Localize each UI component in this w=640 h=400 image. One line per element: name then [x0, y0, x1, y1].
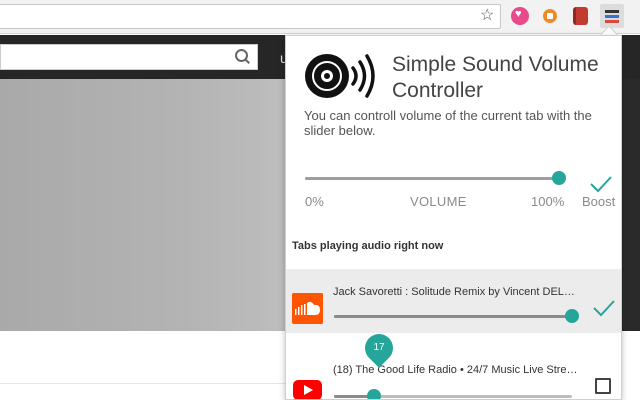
master-volume-slider[interactable]: [305, 171, 566, 185]
tab-volume-fill: [334, 315, 572, 318]
speaker-logo-icon: [305, 54, 375, 98]
tab-volume-slider[interactable]: [334, 389, 572, 399]
sound-controller-extension-icon[interactable]: [600, 4, 624, 28]
audio-tab-row: Jack Savoretti : Solitude Remix by Vince…: [286, 269, 621, 333]
star-icon[interactable]: ☆: [480, 6, 494, 26]
address-bar[interactable]: [0, 4, 501, 29]
heart-extension-icon[interactable]: [511, 7, 529, 25]
boost-label[interactable]: Boost: [582, 194, 615, 209]
tab-volume-slider[interactable]: [334, 309, 579, 323]
video-player[interactable]: [0, 79, 286, 331]
master-volume-fill: [305, 177, 559, 180]
section-title: Tabs playing audio right now: [292, 240, 444, 252]
sound-controller-popup: Simple Sound Volume Controller You can c…: [285, 35, 622, 400]
page-dark-strip: [622, 79, 640, 331]
tab-title[interactable]: Jack Savoretti : Solitude Remix by Vince…: [333, 286, 578, 298]
red-book-extension-icon[interactable]: [573, 7, 588, 25]
page-divider: [0, 383, 286, 384]
search-icon[interactable]: [235, 49, 251, 65]
orange-extension-icon[interactable]: [541, 7, 559, 25]
volume-label: VOLUME: [410, 194, 467, 209]
boost-check-icon[interactable]: [589, 174, 613, 194]
master-volume-thumb[interactable]: [552, 171, 566, 185]
volume-max-label: 100%: [531, 194, 565, 209]
tab-volume-thumb[interactable]: [367, 389, 382, 399]
volume-value-text: 17: [373, 342, 385, 353]
browser-toolbar: ☆: [0, 0, 640, 34]
audio-tab-row: (18) The Good Life Radio • 24/7 Music Li…: [286, 354, 621, 400]
volume-min-label: 0%: [305, 194, 324, 209]
soundcloud-icon[interactable]: [292, 293, 323, 324]
app-title: Simple Sound Volume Controller: [392, 53, 599, 102]
app-description: You can controll volume of the current t…: [304, 108, 592, 138]
tab-title[interactable]: (18) The Good Life Radio • 24/7 Music Li…: [333, 364, 578, 376]
tab-volume-thumb[interactable]: [565, 309, 579, 323]
page-search-input[interactable]: [0, 44, 258, 70]
youtube-icon[interactable]: [292, 374, 323, 400]
tab-checkbox[interactable]: [595, 378, 611, 394]
tab-check-icon[interactable]: [592, 298, 616, 318]
